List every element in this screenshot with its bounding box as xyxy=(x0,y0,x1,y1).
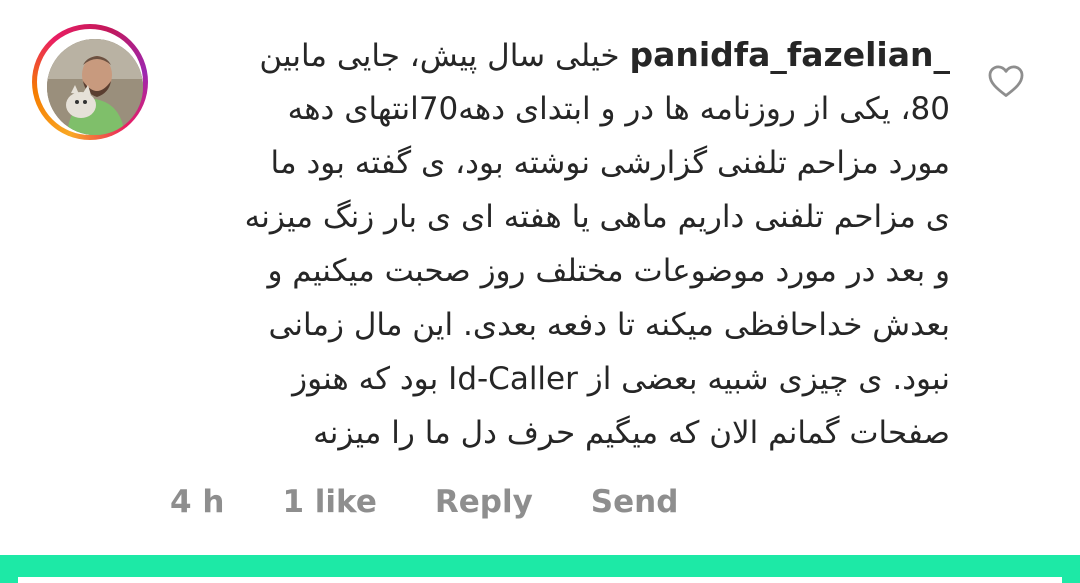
heart-outline-icon[interactable] xyxy=(986,62,1026,98)
comment-line-5: و بعد در مورد موضوعات مختلف روز صحبت میک… xyxy=(267,253,950,289)
comment-timestamp: 4 h xyxy=(170,484,225,520)
comment-text: panidfa_fazelian_ خیلی سال پیش، جایی ماب… xyxy=(168,28,950,460)
avatar-story-ring[interactable] xyxy=(32,24,148,140)
reply-button[interactable]: Reply xyxy=(435,484,533,520)
comment-line-2: 80، یکی از روزنامه ها در و ابتدای دهه70ا… xyxy=(287,91,950,127)
comment-line-4: ی مزاحم تلفنی داریم ماهی یا هفته ای ی با… xyxy=(244,199,950,235)
comment-line-6: بعدش خداحافظی میکنه تا دفعه بعدی. این ما… xyxy=(268,307,950,343)
likes-count-link[interactable]: 1 like xyxy=(282,484,376,520)
comment-body: panidfa_fazelian_ خیلی سال پیش، جایی ماب… xyxy=(168,28,950,451)
username[interactable]: panidfa_fazelian_ xyxy=(629,35,950,74)
avatar-photo xyxy=(47,39,143,135)
comment-line-1: panidfa_fazelian_ خیلی سال پیش، جایی ماب… xyxy=(168,28,950,82)
bottom-accent-bar xyxy=(0,555,1080,583)
send-button[interactable]: Send xyxy=(591,484,679,520)
next-card-edge xyxy=(18,577,1062,583)
comment-item: panidfa_fazelian_ خیلی سال پیش، جایی ماب… xyxy=(0,0,1080,555)
comment-line-8: صفحات گمانم الان که میگیم حرف دل ما را م… xyxy=(313,415,950,451)
comment-line-text: خیلی سال پیش، جایی مابین xyxy=(259,38,620,74)
comment-line-7: نبود. ی چیزی شبیه بعضی از Id-Caller بود … xyxy=(292,361,950,397)
comment-line-3: مورد مزاحم تلفنی گزارشی نوشته بود، ی گفت… xyxy=(270,145,950,181)
avatar xyxy=(47,39,143,135)
comment-actions: 4 h 1 like Reply Send xyxy=(170,482,678,522)
